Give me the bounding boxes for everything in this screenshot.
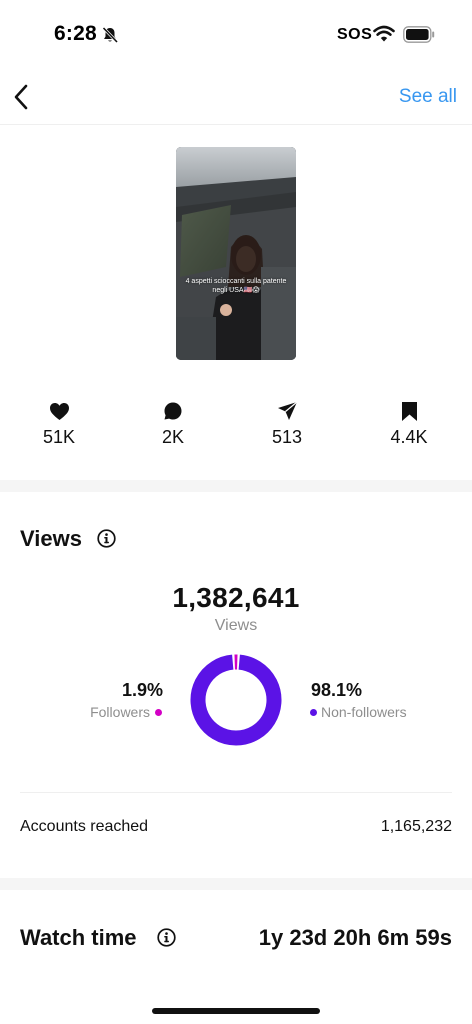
heart-icon bbox=[49, 402, 69, 420]
chevron-left-icon bbox=[14, 84, 28, 110]
shares-count: 513 bbox=[271, 427, 303, 447]
status-time: 6:28 bbox=[54, 22, 97, 45]
engagement-stats: 51K 2K 513 4.4K bbox=[0, 400, 472, 452]
likes-stat: 51K bbox=[19, 400, 99, 448]
shares-stat: 513 bbox=[247, 400, 327, 448]
accounts-reached-label: Accounts reached bbox=[20, 818, 149, 835]
followers-dot bbox=[155, 708, 162, 716]
likes-count: 51K bbox=[42, 427, 76, 447]
followers-label: Followers bbox=[90, 704, 150, 720]
followers-percentage: 1.9% bbox=[121, 680, 163, 700]
share-icon bbox=[277, 401, 297, 420]
info-icon[interactable] bbox=[157, 928, 176, 947]
views-divider bbox=[20, 792, 452, 793]
non-followers-legend: Non-followers bbox=[310, 704, 407, 720]
reel-thumbnail-image bbox=[176, 147, 296, 360]
watch-time-title: Watch time bbox=[20, 925, 137, 950]
reel-thumbnail[interactable]: 4 aspetti scioccanti sulla patente negli… bbox=[176, 147, 296, 360]
bell-slash-icon bbox=[102, 26, 119, 44]
sos-indicator: SOS bbox=[337, 26, 373, 43]
views-total-label: Views bbox=[214, 617, 258, 634]
saves-count: 4.4K bbox=[390, 427, 428, 447]
views-title: Views bbox=[20, 526, 82, 551]
wifi-icon bbox=[373, 25, 395, 42]
comments-stat: 2K bbox=[133, 400, 213, 448]
status-bar: 6:28 SOS bbox=[0, 0, 472, 66]
non-followers-label: Non-followers bbox=[321, 704, 407, 720]
section-separator bbox=[0, 480, 472, 492]
info-icon[interactable] bbox=[97, 529, 116, 548]
header: See all bbox=[0, 72, 472, 124]
saves-stat: 4.4K bbox=[369, 400, 449, 448]
views-donut-chart bbox=[190, 654, 282, 746]
home-indicator[interactable] bbox=[152, 1008, 320, 1014]
donut-slice-non-followers bbox=[190, 654, 282, 746]
watch-time-value: 1y 23d 20h 6m 59s bbox=[258, 925, 452, 950]
views-total: 1,382,641 bbox=[172, 582, 300, 613]
back-button[interactable] bbox=[8, 82, 34, 112]
section-separator bbox=[0, 878, 472, 890]
followers-legend: Followers bbox=[90, 704, 162, 720]
battery-icon bbox=[403, 26, 435, 43]
non-followers-dot bbox=[310, 708, 317, 716]
reel-caption: 4 aspetti scioccanti sulla patente negli… bbox=[185, 278, 287, 294]
see-all-link[interactable]: See all bbox=[399, 86, 457, 108]
comments-count: 2K bbox=[161, 427, 185, 447]
bookmark-icon bbox=[401, 401, 417, 421]
accounts-reached-value: 1,165,232 bbox=[380, 818, 452, 835]
comment-icon bbox=[164, 402, 182, 420]
non-followers-percentage: 98.1% bbox=[311, 680, 363, 700]
header-divider bbox=[0, 124, 472, 125]
